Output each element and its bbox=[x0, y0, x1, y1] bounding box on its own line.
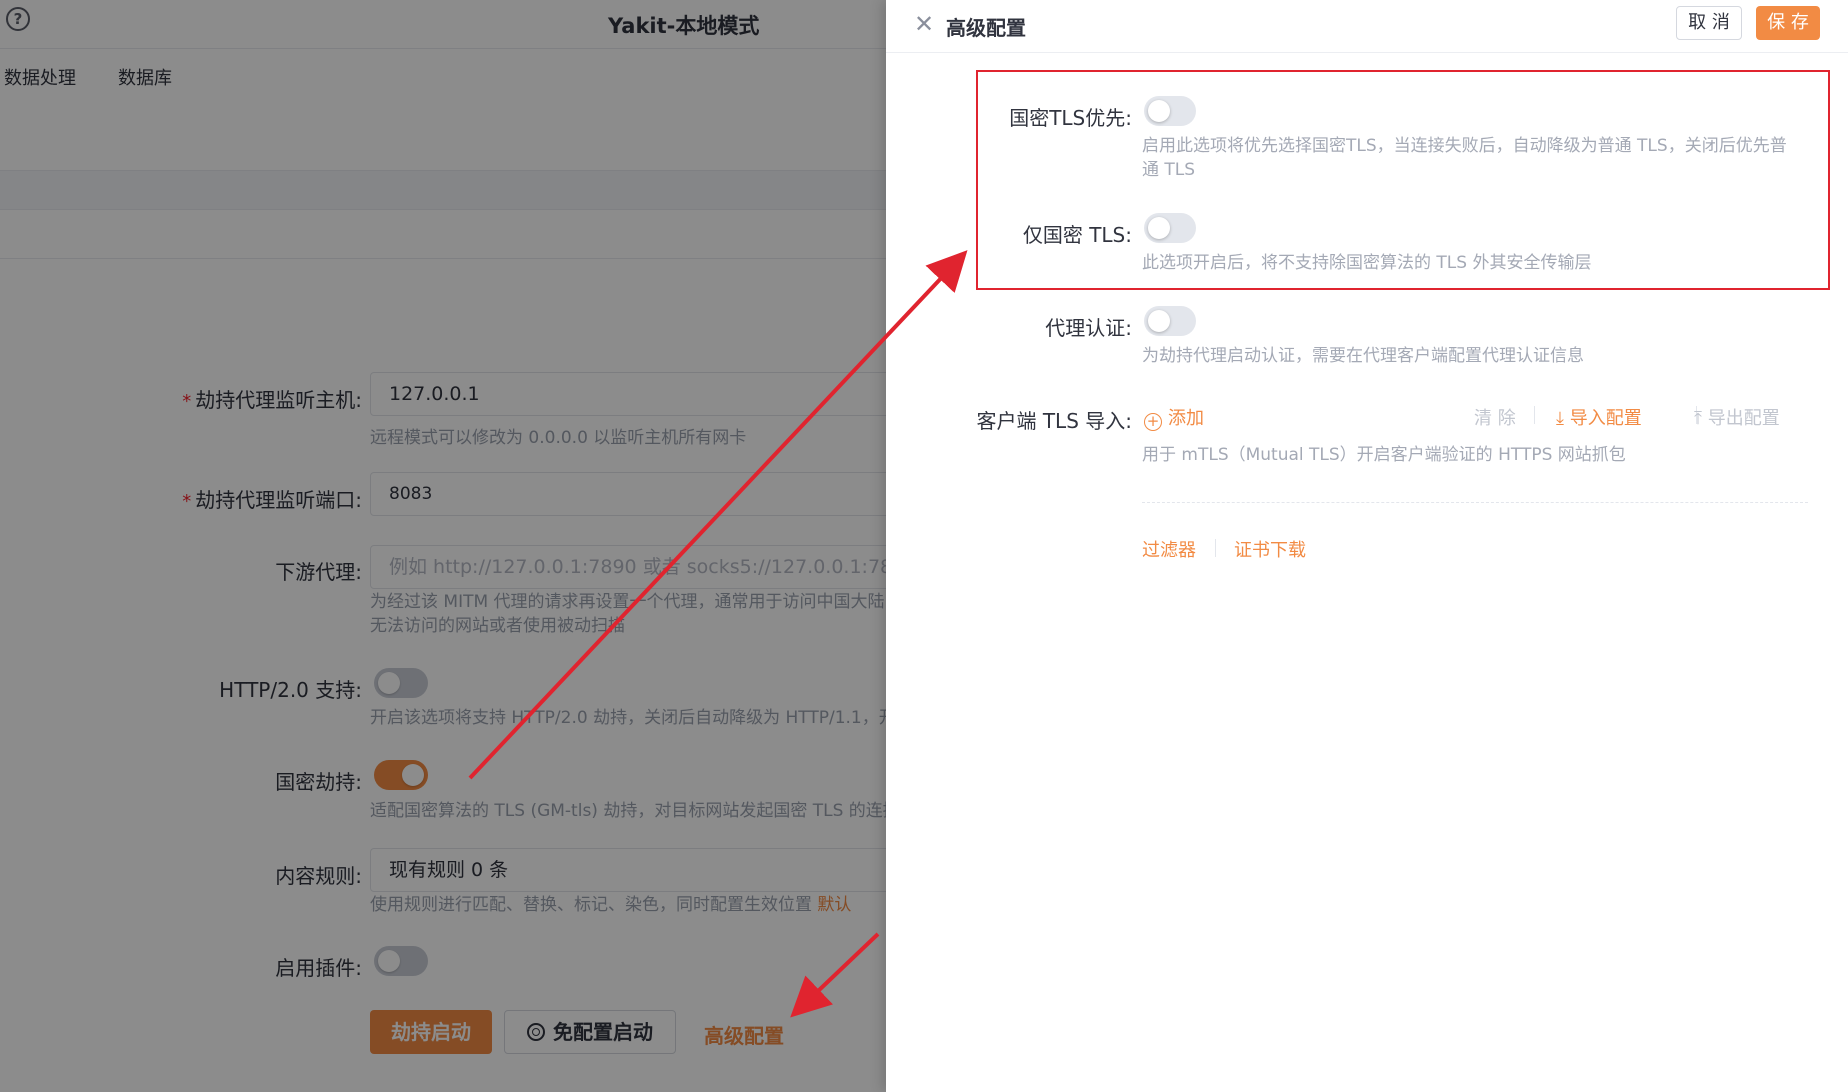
import-icon: ⤓ bbox=[1556, 408, 1564, 429]
gm-tls-first-help: 启用此选项将优先选择国密TLS，当连接失败后，自动降级为普通 TLS，关闭后优先… bbox=[1142, 136, 1787, 180]
proxy-auth-label: 代理认证: bbox=[1045, 316, 1132, 340]
proxy-auth-help: 为劫持代理启动认证，需要在代理客户端配置代理认证信息 bbox=[1142, 346, 1584, 366]
gm-tls-only-toggle[interactable] bbox=[1144, 213, 1196, 243]
section-divider bbox=[1142, 502, 1808, 503]
advanced-config-drawer: ✕ 高级配置 取 消 保 存 国密TLS优先: 启用此选项将优先选择国密TLS，… bbox=[886, 0, 1848, 1092]
cert-download-link[interactable]: 证书下载 bbox=[1234, 536, 1306, 562]
proxy-auth-toggle[interactable] bbox=[1144, 306, 1196, 336]
cancel-button[interactable]: 取 消 bbox=[1676, 6, 1742, 40]
client-tls-import-label: 客户端 TLS 导入: bbox=[976, 409, 1132, 433]
plus-circle-icon: + bbox=[1144, 413, 1162, 431]
gm-tls-first-toggle[interactable] bbox=[1144, 96, 1196, 126]
save-button[interactable]: 保 存 bbox=[1756, 6, 1820, 40]
close-icon[interactable]: ✕ bbox=[914, 12, 934, 36]
modal-mask[interactable] bbox=[0, 0, 886, 1092]
drawer-header: ✕ 高级配置 取 消 保 存 bbox=[886, 0, 1848, 53]
export-icon: ⤒ bbox=[1694, 408, 1702, 429]
import-config-button[interactable]: ⤓ 导入配置 bbox=[1556, 404, 1642, 430]
mitm-page: ? Yakit-本地模式 数据处理 数据库 * 劫持代理监听主机: 127.0.0… bbox=[0, 0, 886, 1092]
add-button[interactable]: + 添加 bbox=[1144, 404, 1204, 431]
filter-link[interactable]: 过滤器 bbox=[1142, 536, 1196, 562]
export-config-button[interactable]: ⤒ 导出配置 bbox=[1694, 404, 1780, 430]
gm-tls-only-help: 此选项开启后，将不支持除国密算法的 TLS 外其安全传输层 bbox=[1142, 253, 1592, 273]
gm-tls-first-label: 国密TLS优先: bbox=[1009, 106, 1132, 130]
gm-tls-only-label: 仅国密 TLS: bbox=[1022, 223, 1132, 247]
drawer-title: 高级配置 bbox=[946, 16, 1026, 40]
divider bbox=[1215, 539, 1216, 557]
client-tls-help: 用于 mTLS（Mutual TLS）开启客户端验证的 HTTPS 网站抓包 bbox=[1142, 445, 1626, 465]
divider bbox=[1534, 406, 1535, 424]
clear-button[interactable]: 清 除 bbox=[1474, 404, 1516, 430]
